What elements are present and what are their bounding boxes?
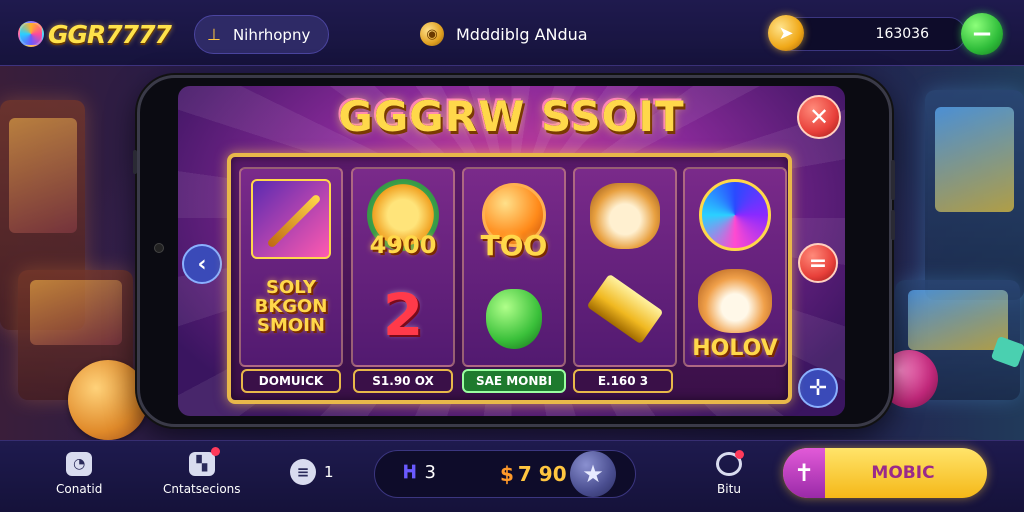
mode-selector[interactable]: ◉ Mdddiblg ANdua: [420, 19, 588, 49]
stat-right-value: 7 90: [517, 462, 567, 486]
prev-button[interactable]: ‹: [182, 244, 222, 284]
reel-2-symbol-text: 4900: [369, 231, 437, 259]
phone-side-button: [891, 160, 895, 200]
add-balance-button[interactable]: −: [961, 13, 1003, 55]
menu-button[interactable]: =: [798, 243, 838, 283]
nav-item-contact-label: Conatid: [56, 482, 103, 496]
nav-item-connections[interactable]: ▚ Cntatsecions: [163, 447, 241, 496]
list-count-value: 1: [324, 463, 334, 481]
gold-coin-icon: ➤: [768, 15, 804, 51]
seven-symbol: 2: [382, 281, 424, 349]
nav-item-connections-label: Cntatsecions: [163, 482, 241, 496]
nav-pill-label: Nihrhopny: [232, 25, 311, 44]
reel-4-label: E.160 3: [573, 369, 673, 393]
fox-symbol: [698, 269, 772, 333]
money-bag-symbol: [486, 289, 542, 349]
game-title: GGGRW SSOIT: [338, 92, 685, 141]
reel-5-symbol-text: HOLOV: [692, 336, 778, 361]
reel-1-symbol-text: SOLY BKGON SMOIN: [254, 277, 328, 336]
balance-value: 163036: [875, 26, 929, 42]
coin-icon: ◉: [420, 22, 444, 46]
phone-side-button: [891, 210, 895, 240]
bg-coin: [68, 360, 148, 440]
reel-3[interactable]: TOO: [462, 167, 566, 367]
list-icon: ≡: [290, 459, 316, 485]
swirl-symbol: [699, 179, 771, 251]
hash-icon: 𝐇: [403, 462, 417, 483]
camera-icon: ◔: [66, 452, 93, 476]
logo-text: GGR7777: [48, 19, 172, 49]
close-icon: ✕: [808, 103, 830, 131]
nav-item-contact[interactable]: ◔ Conatid: [56, 452, 102, 496]
phone-side-button: [133, 150, 137, 174]
cat-symbol: [590, 183, 660, 249]
move-button[interactable]: ✛: [798, 368, 838, 408]
reel-2-value-symbol: 4900: [369, 231, 437, 259]
notification-dot: [735, 450, 744, 459]
reel-4[interactable]: [573, 167, 677, 367]
reel-1-text-symbol: SOLY BKGON SMOIN: [241, 277, 341, 336]
reel-2[interactable]: 4900 2: [351, 167, 455, 367]
coin-stack-icon: $: [500, 462, 514, 486]
stat-left-value: 3: [424, 462, 436, 483]
reel-2-label: S1.90 OX: [353, 369, 453, 393]
reel-3-symbol-text: TOO: [480, 229, 548, 262]
gear-icon: [716, 450, 744, 476]
scepter-symbol: [251, 179, 331, 259]
reel-1-label: DOMUICK: [241, 369, 341, 393]
plus-icon[interactable]: ✝: [783, 448, 825, 498]
reel-5-text-symbol: HOLOV: [692, 337, 778, 360]
camera-icon: [154, 243, 164, 253]
reel-3-value-symbol: TOO: [480, 229, 548, 262]
gold-bar-symbol: [586, 273, 664, 345]
reel-3-label: SAE MONBI: [462, 369, 566, 393]
notification-dot: [210, 447, 220, 456]
plus-icon: −: [971, 19, 993, 49]
reel-1[interactable]: SOLY BKGON SMOIN: [239, 167, 343, 367]
equals-icon: =: [808, 250, 828, 276]
reel-5[interactable]: HOLOV: [683, 167, 787, 367]
mobile-button-label: MOBIC: [871, 463, 935, 483]
mode-label: Mdddiblg ANdua: [456, 24, 588, 44]
logo-badge-icon: [18, 21, 44, 47]
nav-item-bitu[interactable]: Bitu: [716, 450, 744, 496]
reel-frame: SOLY BKGON SMOIN 4900 2 TOO HOLOV DOMUIC…: [227, 153, 792, 404]
chevron-left-icon: ‹: [197, 251, 207, 277]
lamp-icon: ⊥: [207, 25, 221, 44]
star-icon: ★: [582, 460, 604, 488]
close-button[interactable]: ✕: [797, 95, 841, 139]
stat-left: 𝐇 3: [403, 462, 436, 483]
stat-right: $ 7 90: [500, 462, 567, 486]
logo[interactable]: GGR7777: [18, 14, 172, 54]
grid-icon: ▚: [188, 447, 220, 476]
nav-pill-button[interactable]: ⊥ Nihrhopny: [194, 15, 329, 54]
list-counter[interactable]: ≡ 1: [290, 459, 334, 485]
favorite-button[interactable]: ★: [570, 451, 616, 497]
nav-item-bitu-label: Bitu: [717, 482, 741, 496]
move-icon: ✛: [808, 375, 828, 401]
bg-slot-machine-right: [925, 90, 1024, 300]
